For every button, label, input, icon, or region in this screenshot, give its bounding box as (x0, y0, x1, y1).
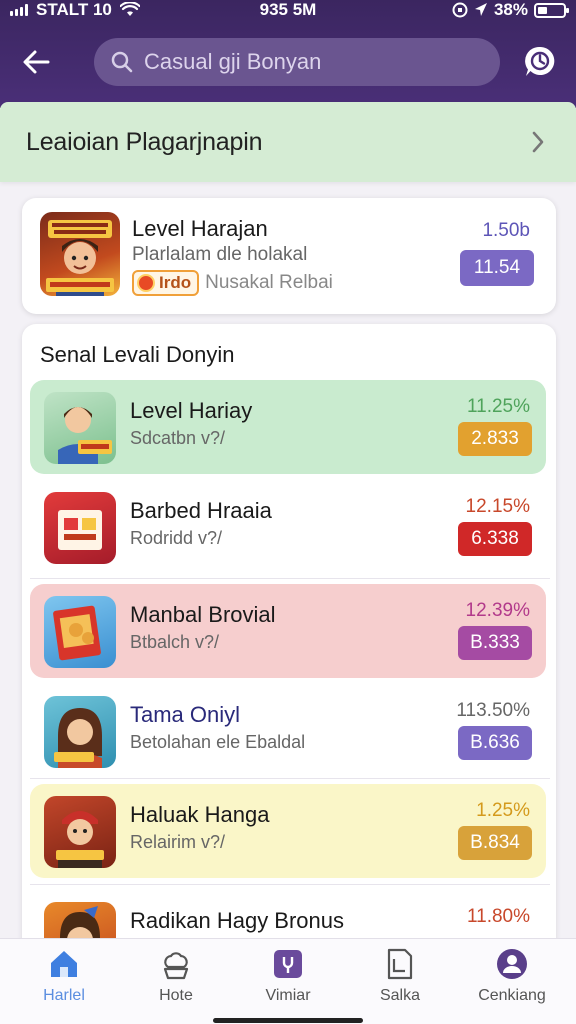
game-badge[interactable]: 2.833 (458, 422, 532, 456)
battery-percent: 38% (493, 0, 528, 19)
game-subtitle: Btbalch v?/ (130, 632, 220, 652)
search-icon (111, 51, 133, 73)
app-header: STALT 10 935 5M 38% (0, 0, 576, 108)
row-divider (30, 578, 550, 579)
list-item[interactable]: Barbed Hraaia Rodridd v?/ 12.15% 6.338 (30, 480, 546, 574)
tag-text: Nusakal Relbai (205, 272, 333, 293)
promo-banner[interactable]: Leaioian Plagarjnapin (0, 102, 576, 182)
game-subtitle: Rodridd v?/ (130, 528, 223, 548)
row-divider (30, 884, 550, 885)
nav-label: Vimiar (265, 987, 311, 1004)
history-button[interactable] (520, 42, 560, 82)
snack-box-illustration (53, 605, 101, 661)
featured-game-subtitle: Plarlalam dle holakal (132, 244, 308, 265)
list-item[interactable]: Tama Oniyl Betolahan ele Ebaldal 113.50%… (30, 684, 546, 778)
character-illustration (56, 811, 104, 868)
game-badge[interactable]: B.333 (458, 626, 532, 660)
gift-box-illustration (58, 510, 102, 550)
game-badge[interactable]: B.636 (458, 726, 532, 760)
featured-stat: 1.50b (482, 220, 530, 241)
game-thumbnail (44, 796, 116, 868)
featured-tag: Irdo Nusakal Relbai (132, 270, 333, 296)
featured-badge[interactable]: 11.54 (460, 250, 534, 286)
nav-label: Harlel (43, 987, 85, 1004)
game-name: Haluak Hanga (130, 802, 270, 827)
back-button[interactable] (18, 42, 58, 82)
game-name: Tama Oniyl (130, 702, 241, 727)
rotation-lock-icon (452, 2, 468, 18)
game-subtitle: Sdcatbn v?/ (130, 428, 226, 448)
game-subtitle: Relairim v?/ (130, 832, 226, 852)
game-subtitle: Betolahan ele Ebaldal (130, 732, 306, 752)
home-indicator[interactable] (213, 1018, 363, 1023)
search-input[interactable] (144, 49, 464, 75)
character-illustration (46, 220, 114, 296)
game-stat: 12.15% (465, 496, 530, 517)
game-thumbnail (44, 596, 116, 668)
home-icon (51, 951, 77, 977)
list-item[interactable]: Manbal Brovial Btbalch v?/ 12.39% B.333 (30, 584, 546, 678)
game-name: Barbed Hraaia (130, 498, 272, 523)
game-stat: 11.25% (466, 396, 530, 417)
featured-game-name: Level Harajan (132, 216, 268, 241)
bag-icon (274, 950, 302, 978)
nav-item-bag[interactable]: Vimiar (238, 947, 338, 1017)
clock-chat-icon (525, 46, 555, 76)
document-icon (387, 948, 413, 980)
nav-item-sales[interactable]: Salka (350, 947, 450, 1017)
nav-item-chef[interactable]: Hote (126, 947, 226, 1017)
ranking-list: Senal Levali Donyin Level Hariay Sdcatbn… (22, 324, 556, 984)
nav-label: Salka (379, 987, 421, 1004)
tag-pill: Irdo (132, 270, 200, 296)
tag-coin-icon (137, 274, 155, 292)
game-name: Radikan Hagy Bronus (130, 908, 345, 933)
game-badge[interactable]: 6.338 (458, 522, 532, 556)
back-arrow-icon (23, 50, 50, 74)
game-badge[interactable]: B.834 (458, 826, 532, 860)
list-title: Senal Levali Donyin (40, 342, 235, 367)
list-item[interactable]: Level Hariay Sdcatbn v?/ 11.25% 2.833 (30, 380, 546, 474)
game-stat: 11.80% (466, 906, 530, 927)
promo-title: Leaioian Plagarjnapin (26, 127, 263, 156)
game-thumbnail (44, 392, 116, 464)
nav-label: Hote (159, 987, 193, 1004)
chevron-right-icon (532, 131, 544, 153)
row-divider (30, 778, 550, 779)
search-bar[interactable] (94, 38, 500, 86)
chef-hat-icon (163, 952, 189, 980)
featured-game-card[interactable]: Level Harajan Plarlalam dle holakal Irdo… (22, 198, 556, 314)
game-thumbnail (40, 212, 120, 296)
game-thumbnail (44, 492, 116, 564)
status-bar: STALT 10 935 5M 38% (0, 0, 576, 22)
game-stat: 1.25% (476, 800, 530, 821)
character-illustration (54, 708, 102, 768)
list-item[interactable]: Haluak Hanga Relairim v?/ 1.25% B.834 (30, 784, 546, 878)
location-icon (474, 3, 487, 16)
game-stat: 12.39% (465, 600, 530, 621)
bottom-navigation: Harlel Hote Vimiar Salka Cenkiang (0, 938, 576, 1024)
battery-icon (534, 2, 569, 18)
nav-label: Cenkiang (478, 987, 546, 1004)
game-thumbnail (44, 696, 116, 768)
nav-item-profile[interactable]: Cenkiang (462, 947, 562, 1017)
profile-icon (497, 949, 527, 979)
game-stat: 113.50% (456, 700, 530, 721)
nav-item-home[interactable]: Harlel (14, 947, 114, 1017)
game-name: Manbal Brovial (130, 602, 276, 627)
character-illustration (58, 407, 112, 464)
game-name: Level Hariay (130, 398, 253, 423)
tag-label: Irdo (159, 273, 192, 292)
